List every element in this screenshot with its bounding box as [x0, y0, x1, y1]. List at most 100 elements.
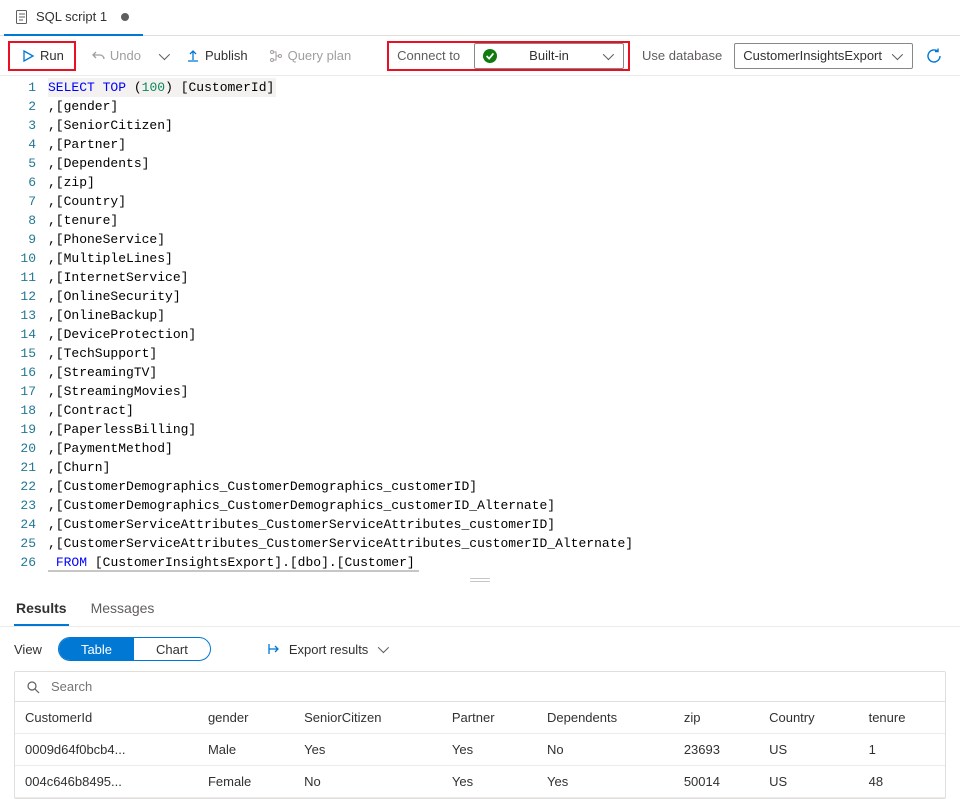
tab-results[interactable]: Results: [14, 596, 69, 626]
table-cell: Yes: [442, 766, 537, 798]
chevron-down-icon: [603, 48, 614, 59]
chevron-down-icon: [892, 48, 903, 59]
code-line[interactable]: ,[PaperlessBilling]: [48, 420, 960, 439]
code-line[interactable]: ,[CustomerServiceAttributes_CustomerServ…: [48, 515, 960, 534]
tab-messages-label: Messages: [91, 600, 155, 616]
results-toolbar: View Table Chart Export results: [0, 627, 960, 671]
pill-table-label: Table: [81, 642, 112, 657]
table-cell: Yes: [537, 766, 674, 798]
line-number: 8: [0, 211, 36, 230]
line-number: 23: [0, 496, 36, 515]
table-row[interactable]: 0009d64f0bcb4...MaleYesYesNo23693US1: [15, 734, 945, 766]
code-line[interactable]: ,[CustomerDemographics_CustomerDemograph…: [48, 496, 960, 515]
column-header[interactable]: Partner: [442, 702, 537, 734]
code-line[interactable]: ,[TechSupport]: [48, 344, 960, 363]
line-number: 26: [0, 553, 36, 572]
table-cell: 48: [859, 766, 945, 798]
code-line[interactable]: ,[Churn]: [48, 458, 960, 477]
code-line[interactable]: ,[StreamingTV]: [48, 363, 960, 382]
pane-resize-handle[interactable]: [470, 578, 490, 584]
line-number: 5: [0, 154, 36, 173]
refresh-button[interactable]: [925, 47, 943, 65]
line-number: 11: [0, 268, 36, 287]
column-header[interactable]: Dependents: [537, 702, 674, 734]
pill-chart-label: Chart: [156, 642, 188, 657]
code-line[interactable]: ,[CustomerServiceAttributes_CustomerServ…: [48, 534, 960, 553]
tab-sql-script-1[interactable]: SQL script 1: [4, 0, 143, 36]
undo-label: Undo: [110, 48, 141, 63]
column-header[interactable]: tenure: [859, 702, 945, 734]
line-number: 13: [0, 306, 36, 325]
line-number: 20: [0, 439, 36, 458]
line-number: 19: [0, 420, 36, 439]
table-cell: 23693: [674, 734, 759, 766]
code-line[interactable]: ,[tenure]: [48, 211, 960, 230]
unsaved-indicator-icon: [121, 13, 129, 21]
highlight-connect: Connect to Built-in: [387, 41, 630, 71]
line-number-gutter: 1234567891011121314151617181920212223242…: [0, 76, 48, 574]
code-line[interactable]: ,[Country]: [48, 192, 960, 211]
play-icon: [20, 48, 36, 64]
connect-to-label: Connect to: [397, 48, 460, 63]
use-database-value: CustomerInsightsExport: [743, 48, 882, 63]
script-icon: [14, 9, 30, 25]
code-line[interactable]: SELECT TOP (100) [CustomerId]: [48, 78, 276, 97]
query-plan-button[interactable]: Query plan: [262, 43, 358, 69]
code-editor[interactable]: 1234567891011121314151617181920212223242…: [0, 76, 960, 574]
table-cell: 004c646b8495...: [15, 766, 198, 798]
code-line[interactable]: ,[InternetService]: [48, 268, 960, 287]
tab-messages[interactable]: Messages: [89, 596, 157, 626]
code-line[interactable]: ,[MultipleLines]: [48, 249, 960, 268]
run-label: Run: [40, 48, 64, 63]
code-line[interactable]: ,[Partner]: [48, 135, 960, 154]
column-header[interactable]: gender: [198, 702, 294, 734]
column-header[interactable]: Country: [759, 702, 859, 734]
search-icon: [25, 679, 41, 695]
code-line[interactable]: ,[Dependents]: [48, 154, 960, 173]
line-number: 6: [0, 173, 36, 192]
code-line[interactable]: ,[zip]: [48, 173, 960, 192]
code-line[interactable]: ,[CustomerDemographics_CustomerDemograph…: [48, 477, 960, 496]
run-button[interactable]: Run: [14, 43, 70, 69]
line-number: 17: [0, 382, 36, 401]
code-line[interactable]: ,[OnlineSecurity]: [48, 287, 960, 306]
code-line[interactable]: ,[PaymentMethod]: [48, 439, 960, 458]
use-database-label: Use database: [642, 48, 722, 63]
table-cell: Yes: [294, 734, 442, 766]
line-number: 15: [0, 344, 36, 363]
table-header-row: CustomerIdgenderSeniorCitizenPartnerDepe…: [15, 702, 945, 734]
view-table-pill[interactable]: Table: [59, 638, 134, 660]
column-header[interactable]: SeniorCitizen: [294, 702, 442, 734]
grid-search-input[interactable]: [49, 678, 935, 695]
view-chart-pill[interactable]: Chart: [134, 638, 210, 660]
line-number: 14: [0, 325, 36, 344]
export-results-button[interactable]: Export results: [267, 641, 390, 657]
code-line[interactable]: ,[PhoneService]: [48, 230, 960, 249]
publish-button[interactable]: Publish: [179, 43, 254, 69]
toolbar: Run Undo Publish Query plan Connect to B…: [0, 36, 960, 76]
line-number: 21: [0, 458, 36, 477]
undo-dropdown-icon[interactable]: [159, 48, 170, 59]
code-line[interactable]: ,[Contract]: [48, 401, 960, 420]
use-database-dropdown[interactable]: CustomerInsightsExport: [734, 43, 913, 69]
chevron-down-icon: [378, 642, 389, 653]
line-number: 12: [0, 287, 36, 306]
connect-to-dropdown[interactable]: Built-in: [474, 43, 624, 69]
code-line[interactable]: ,[gender]: [48, 97, 960, 116]
column-header[interactable]: zip: [674, 702, 759, 734]
table-cell: Male: [198, 734, 294, 766]
code-line[interactable]: ,[DeviceProtection]: [48, 325, 960, 344]
table-row[interactable]: 004c646b8495...FemaleNoYesYes50014US48: [15, 766, 945, 798]
line-number: 24: [0, 515, 36, 534]
undo-icon: [90, 48, 106, 64]
column-header[interactable]: CustomerId: [15, 702, 198, 734]
code-line[interactable]: FROM [CustomerInsightsExport].[dbo].[Cus…: [48, 553, 419, 572]
code-line[interactable]: ,[SeniorCitizen]: [48, 116, 960, 135]
code-line[interactable]: ,[StreamingMovies]: [48, 382, 960, 401]
results-grid: CustomerIdgenderSeniorCitizenPartnerDepe…: [14, 671, 946, 799]
code-line[interactable]: ,[OnlineBackup]: [48, 306, 960, 325]
undo-button[interactable]: Undo: [84, 43, 147, 69]
code-area[interactable]: SELECT TOP (100) [CustomerId],[gender],[…: [48, 76, 960, 574]
publish-icon: [185, 48, 201, 64]
line-number: 9: [0, 230, 36, 249]
